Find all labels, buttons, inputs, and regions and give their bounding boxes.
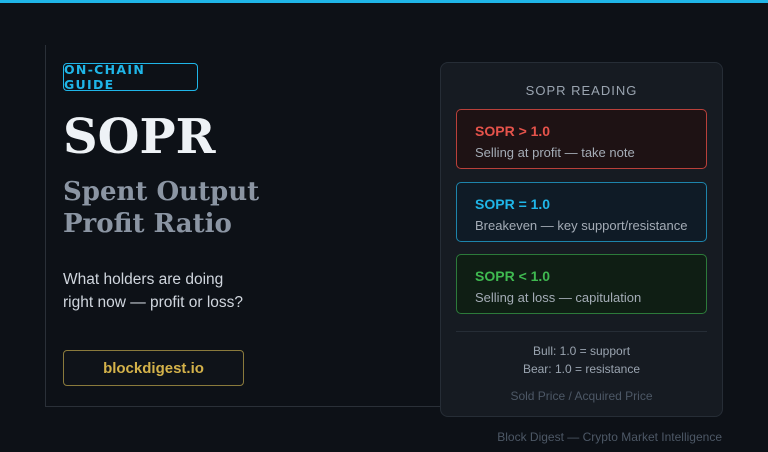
- frame-left-line: [45, 45, 46, 407]
- subtitle: Spent Output Profit Ratio: [63, 176, 323, 240]
- site-link-button[interactable]: blockdigest.io: [63, 350, 244, 386]
- guide-tag: ON-CHAIN GUIDE: [63, 62, 198, 92]
- card-desc: Selling at profit — take note: [475, 145, 635, 160]
- card-below-one: SOPR < 1.0 Selling at loss — capitulatio…: [456, 254, 707, 314]
- top-accent-bar: [0, 0, 768, 3]
- card-desc: Selling at loss — capitulation: [475, 290, 642, 305]
- card-title: SOPR > 1.0: [475, 123, 551, 139]
- panel-title: SOPR READING: [525, 83, 638, 98]
- sopr-reading-panel: SOPR READING SOPR > 1.0 Selling at profi…: [440, 62, 723, 417]
- footer-credit: Block Digest — Crypto Market Intelligenc…: [497, 430, 722, 444]
- description-line-1: What holders are doing: [63, 271, 224, 288]
- bull-note: Bull: 1.0 = support: [532, 344, 631, 358]
- card-title: SOPR = 1.0: [475, 196, 551, 212]
- formula-text: Sold Price / Acquired Price: [510, 389, 653, 403]
- page-title: SOPR: [63, 109, 216, 165]
- subtitle-line-1: Spent Output: [63, 177, 260, 207]
- card-equal-one: SOPR = 1.0 Breakeven — key support/resis…: [456, 182, 707, 242]
- subtitle-line-2: Profit Ratio: [63, 209, 232, 239]
- bear-note: Bear: 1.0 = resistance: [522, 362, 641, 376]
- panel-divider: [456, 331, 707, 332]
- card-above-one: SOPR > 1.0 Selling at profit — take note: [456, 109, 707, 169]
- card-title: SOPR < 1.0: [475, 268, 551, 284]
- description: What holders are doing right now — profi…: [63, 268, 303, 314]
- card-desc: Breakeven — key support/resistance: [475, 218, 688, 233]
- frame-bottom-line: [45, 406, 440, 407]
- description-line-2: right now — profit or loss?: [63, 294, 244, 311]
